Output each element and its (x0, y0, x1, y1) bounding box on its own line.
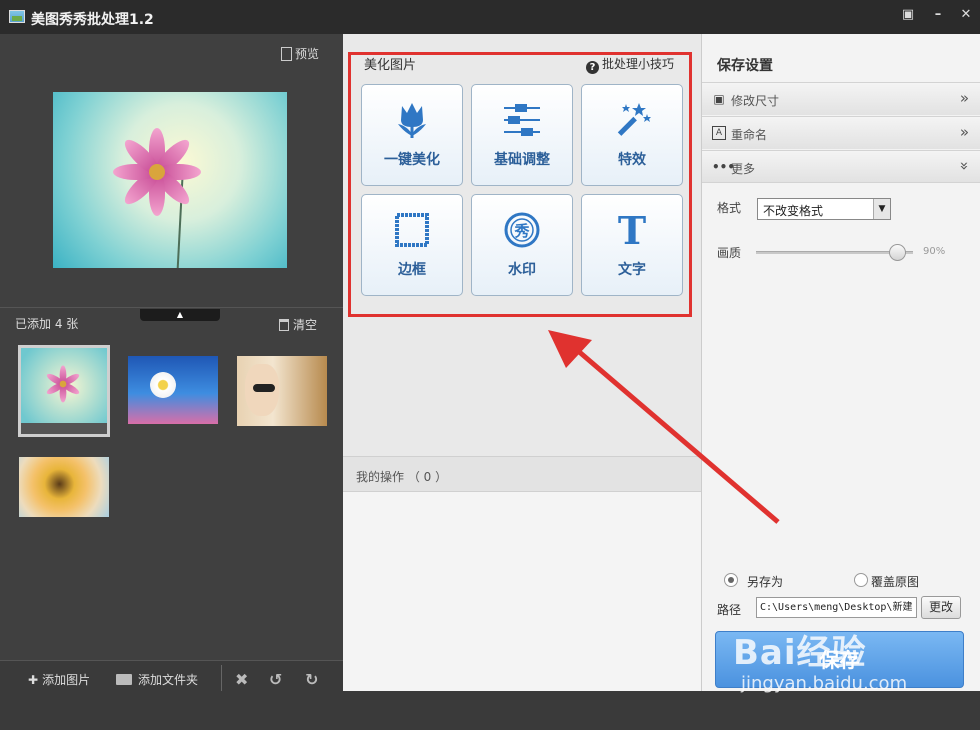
accordion-resize[interactable]: ▣ 修改尺寸 » (702, 82, 980, 115)
left-toolbar: ✚ 添加图片 添加文件夹 ✖ ↺ ↻ (0, 660, 343, 696)
beautify-panel: 美化图片 ? 批处理小技巧 一键美化 基础调整 特效 边框 秀 水印 T 文字 … (343, 34, 701, 691)
svg-text:T: T (618, 211, 646, 249)
double-chevron-right-icon: » (959, 123, 969, 141)
close-button[interactable]: ✕ (955, 6, 977, 24)
save-settings-panel: 保存设置 ▣ 修改尺寸 » A 重命名 » ••• 更多 » 格式 不改变格式 … (701, 34, 980, 691)
divider (0, 307, 343, 308)
quality-value: 90% (923, 246, 946, 257)
save-as-radio[interactable] (724, 573, 738, 587)
tool-label: 特效 (618, 152, 646, 168)
path-label: 路径 (717, 603, 742, 617)
watermark-button[interactable]: 秀 水印 (471, 194, 573, 296)
text-t-icon: T (582, 209, 682, 251)
add-image-button[interactable]: ✚ 添加图片 (28, 671, 90, 688)
format-value: 不改变格式 (763, 204, 824, 218)
trash-icon (279, 319, 289, 331)
more-dots-icon: ••• (712, 160, 736, 174)
svg-text:秀: 秀 (513, 222, 530, 240)
operations-list (343, 492, 701, 691)
tulip-icon (362, 99, 462, 141)
operations-label: 我的操作 （ 0 ） (356, 470, 448, 484)
plus-icon: ✚ (28, 673, 39, 687)
preview-icon (281, 47, 292, 61)
rotate-right-icon[interactable]: ↻ (305, 670, 318, 689)
chevron-down-icon: ▼ (873, 199, 890, 219)
crop-icon: ▣ (713, 92, 725, 106)
preview-button[interactable]: 预览 (281, 45, 319, 62)
delete-icon[interactable]: ✖ (235, 670, 248, 689)
preview-image (53, 92, 287, 268)
effects-button[interactable]: 特效 (581, 84, 683, 186)
window-title: 美图秀秀批处理1.2 (31, 12, 154, 28)
add-folder-label: 添加文件夹 (138, 673, 199, 687)
title-bar: 美图秀秀批处理1.2 ▣ – ✕ (0, 0, 980, 34)
minimize-button[interactable]: – (927, 6, 949, 24)
accordion-label: 重命名 (731, 128, 768, 142)
clear-button[interactable]: 清空 (279, 316, 317, 333)
frame-icon (362, 209, 462, 251)
watermark-stamp-icon: 秀 (472, 209, 572, 251)
app-icon (9, 10, 25, 23)
clear-label: 清空 (293, 318, 318, 332)
add-folder-button[interactable]: 添加文件夹 (116, 671, 198, 688)
thumbnail-4[interactable] (19, 457, 109, 517)
path-input[interactable]: C:\Users\meng\Desktop\新建 (756, 597, 917, 618)
tips-label: 批处理小技巧 (602, 57, 675, 71)
frame-button[interactable]: 边框 (361, 194, 463, 296)
folder-icon (116, 674, 132, 685)
tool-label: 文字 (618, 262, 646, 278)
tool-label: 基础调整 (494, 152, 550, 168)
save-settings-title: 保存设置 (717, 58, 773, 74)
change-path-button[interactable]: 更改 (921, 596, 961, 619)
accordion-label: 更多 (731, 162, 756, 176)
format-label: 格式 (717, 201, 742, 215)
section-title: 美化图片 (364, 58, 417, 73)
bottom-strip (0, 696, 980, 730)
thumbnail-2[interactable] (128, 356, 218, 424)
toolbar-separator (221, 665, 222, 691)
add-image-label: 添加图片 (42, 673, 91, 687)
rotate-left-icon[interactable]: ↺ (269, 670, 282, 689)
format-select[interactable]: 不改变格式 ▼ (757, 198, 891, 220)
tool-label: 水印 (508, 262, 536, 278)
image-list-panel: 预览 ▲ 已添加 4 张 清空 ✚ 添加图片 添加文件夹 ✖ ↺ ↻ (0, 34, 343, 696)
sliders-icon (472, 99, 572, 141)
overwrite-label: 覆盖原图 (871, 575, 920, 589)
rename-icon: A (712, 126, 726, 140)
feedback-icon[interactable]: ▣ (897, 6, 919, 24)
quality-label: 画质 (717, 246, 742, 260)
accordion-label: 修改尺寸 (731, 94, 780, 108)
basic-adjust-button[interactable]: 基础调整 (471, 84, 573, 186)
auto-beautify-button[interactable]: 一键美化 (361, 84, 463, 186)
text-button[interactable]: T 文字 (581, 194, 683, 296)
double-chevron-down-icon: » (955, 161, 974, 171)
tool-label: 一键美化 (384, 152, 440, 168)
quality-slider-thumb[interactable] (889, 244, 906, 261)
added-count: 已添加 4 张 (15, 317, 79, 331)
preview-label: 预览 (295, 47, 320, 61)
save-as-label: 另存为 (747, 575, 784, 589)
double-chevron-right-icon: » (959, 89, 969, 107)
tool-label: 边框 (398, 262, 426, 278)
question-icon: ? (586, 61, 599, 74)
overwrite-radio[interactable] (854, 573, 868, 587)
magic-wand-icon (582, 99, 682, 141)
accordion-rename[interactable]: A 重命名 » (702, 116, 980, 149)
collapse-toggle[interactable]: ▲ (140, 309, 220, 321)
save-button[interactable]: 保存 (715, 631, 964, 688)
tips-link[interactable]: ? 批处理小技巧 (586, 55, 674, 74)
thumbnail-3[interactable] (237, 356, 327, 426)
operations-header: 我的操作 （ 0 ） (343, 456, 701, 492)
thumbnail-1[interactable] (18, 345, 110, 437)
accordion-more[interactable]: ••• 更多 » (702, 150, 980, 183)
